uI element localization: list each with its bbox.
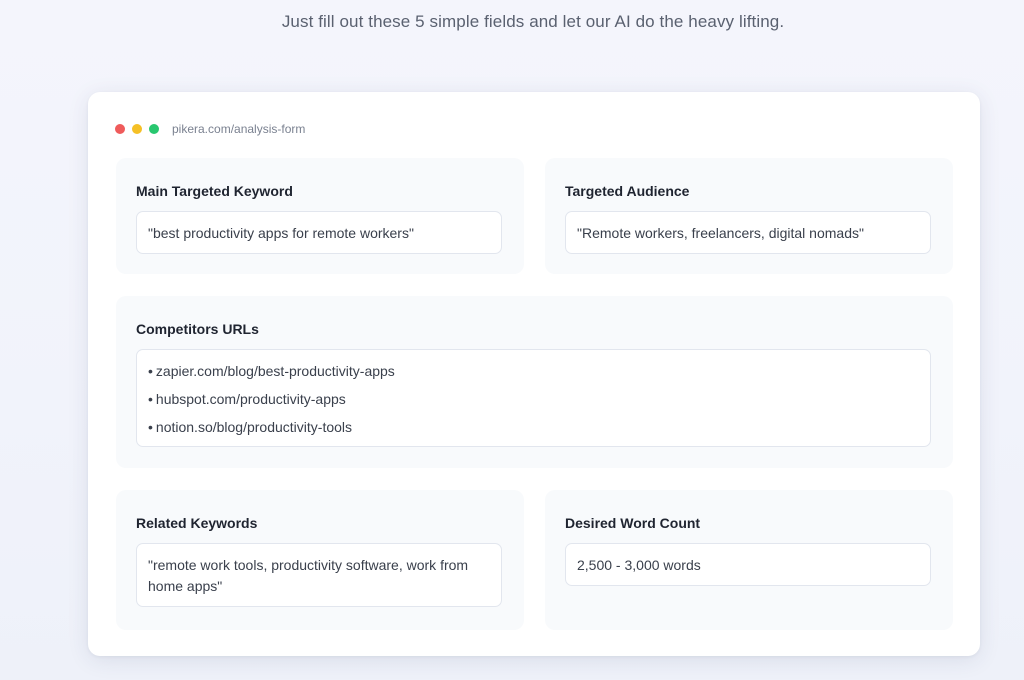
word-count-field[interactable]: 2,500 - 3,000 words [565, 543, 931, 586]
word-count-card: Desired Word Count 2,500 - 3,000 words [545, 490, 953, 630]
related-keywords-field[interactable]: "remote work tools, productivity softwar… [136, 543, 502, 607]
list-item: • notion.so/blog/productivity-tools [148, 413, 919, 441]
competitors-field[interactable]: • zapier.com/blog/best-productivity-apps … [136, 349, 931, 447]
page-subtitle: Just fill out these 5 simple fields and … [281, 12, 785, 31]
word-count-label: Desired Word Count [565, 515, 701, 531]
competitor-url: hubspot.com/productivity-apps [155, 391, 346, 407]
competitors-card: Competitors URLs • zapier.com/blog/best-p… [116, 296, 953, 468]
browser-window: pikera.com/analysis-form Main Targeted K… [88, 92, 980, 656]
related-keywords-card: Related Keywords "remote work tools, pro… [116, 490, 524, 630]
list-item: • hubspot.com/productivity-apps [148, 385, 919, 413]
competitors-list: • zapier.com/blog/best-productivity-apps … [148, 357, 919, 441]
main-keyword-card: Main Targeted Keyword "best productivity… [116, 158, 524, 274]
address-url: pikera.com/analysis-form [172, 122, 306, 136]
list-item: • zapier.com/blog/best-productivity-apps [148, 357, 919, 385]
main-keyword-field[interactable]: "best productivity apps for remote worke… [136, 211, 502, 254]
main-keyword-label: Main Targeted Keyword [136, 183, 293, 199]
bullet-icon: • [148, 391, 153, 407]
competitors-label: Competitors URLs [136, 321, 259, 337]
window-titlebar: pikera.com/analysis-form [115, 122, 305, 136]
audience-label: Targeted Audience [565, 183, 690, 199]
bullet-icon: • [148, 363, 153, 379]
bullet-icon: • [148, 419, 153, 435]
related-keywords-label: Related Keywords [136, 515, 258, 531]
page: Just fill out these 5 simple fields and … [0, 0, 1024, 680]
competitor-url: notion.so/blog/productivity-tools [155, 419, 353, 435]
minimize-dot-icon[interactable] [132, 124, 142, 134]
audience-card: Targeted Audience "Remote workers, freel… [545, 158, 953, 274]
audience-field[interactable]: "Remote workers, freelancers, digital no… [565, 211, 931, 254]
close-dot-icon[interactable] [115, 124, 125, 134]
maximize-dot-icon[interactable] [149, 124, 159, 134]
competitor-url: zapier.com/blog/best-productivity-apps [155, 363, 395, 379]
